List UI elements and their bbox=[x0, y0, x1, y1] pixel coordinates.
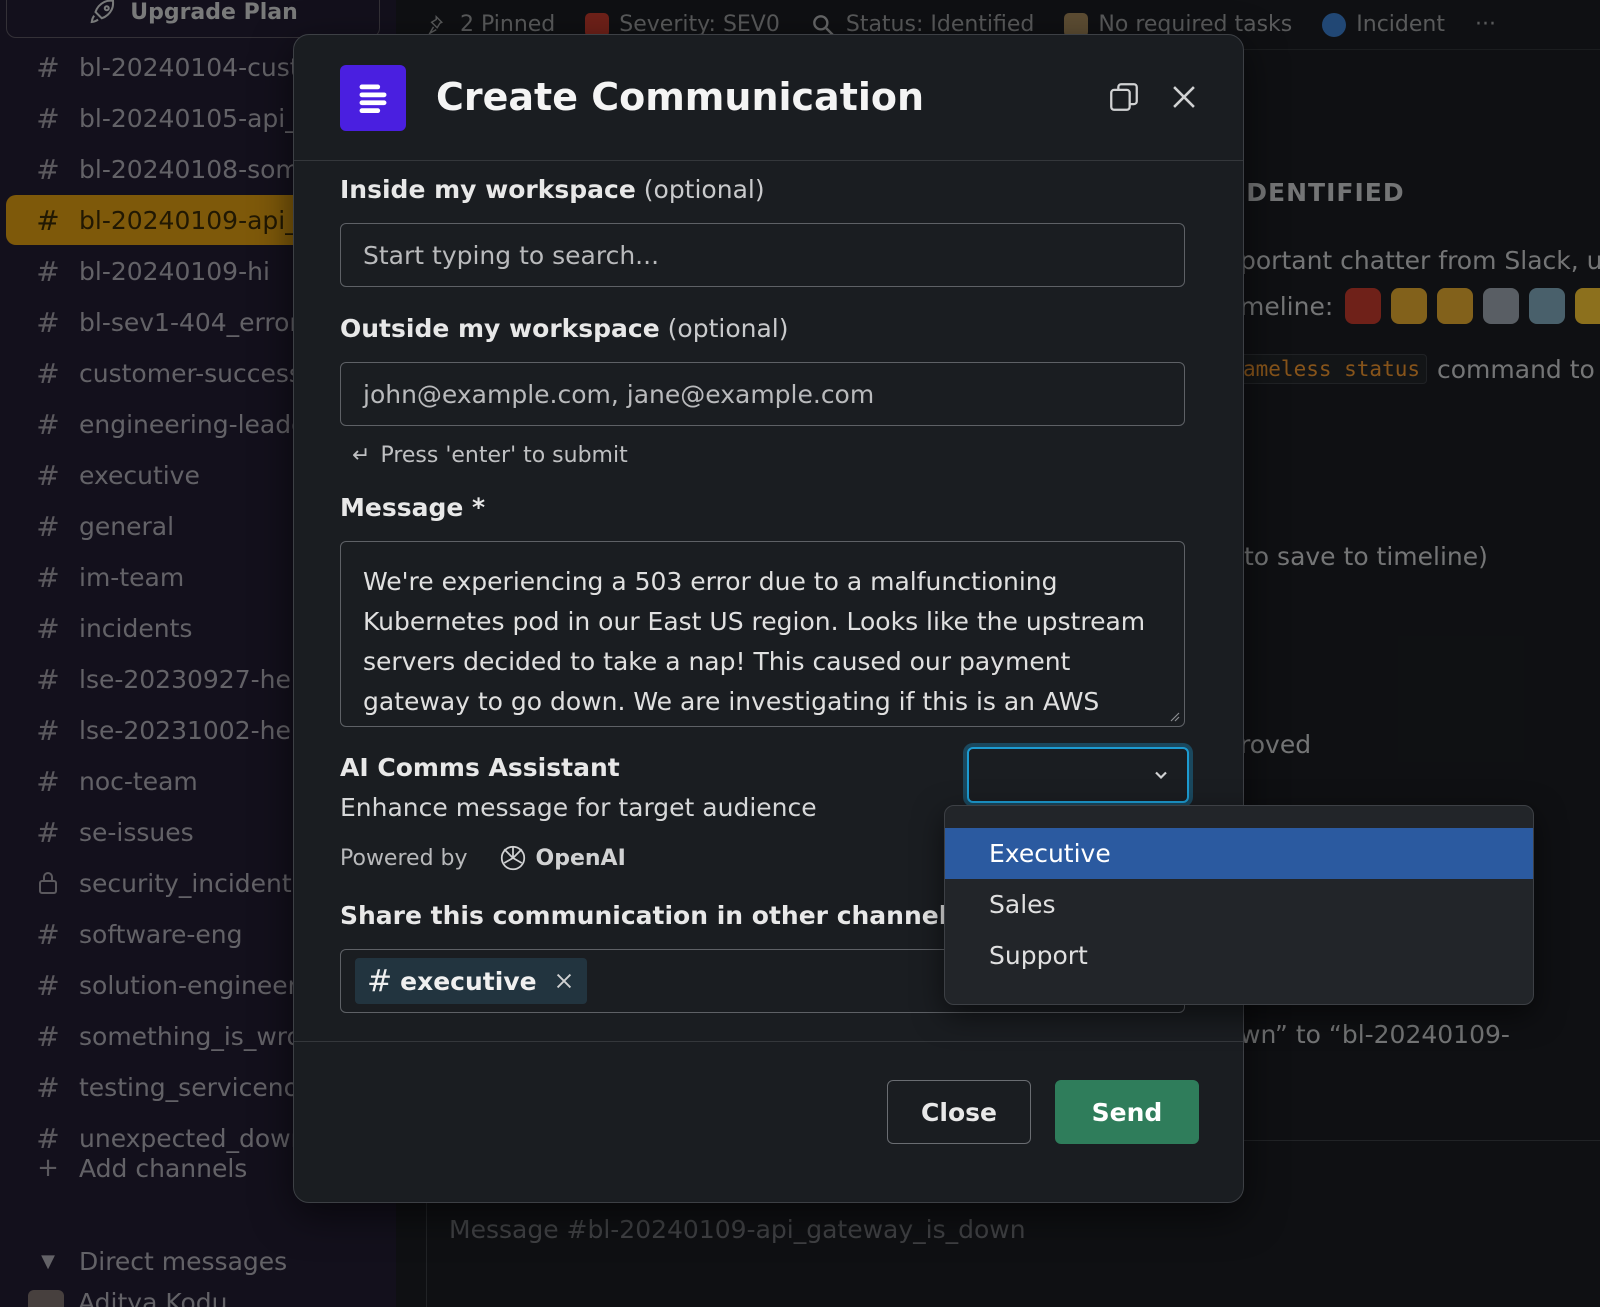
app-logo-icon bbox=[340, 65, 406, 131]
powered-by: Powered by OpenAI bbox=[340, 843, 626, 873]
outside-workspace-label: Outside my workspace (optional) bbox=[340, 314, 788, 343]
outside-workspace-email-input[interactable]: john@example.com, jane@example.com bbox=[340, 362, 1185, 426]
message-label: Message * bbox=[340, 493, 486, 522]
powered-by-text: Powered by bbox=[340, 845, 468, 871]
close-icon[interactable] bbox=[1167, 80, 1201, 114]
openai-brand: OpenAI bbox=[498, 843, 626, 873]
create-communication-modal: Create Communication Inside my workspace… bbox=[293, 34, 1244, 1203]
message-text: We're experiencing a 503 error due to a … bbox=[363, 567, 1146, 716]
openai-text: OpenAI bbox=[535, 845, 626, 871]
chip-label: executive bbox=[400, 966, 537, 996]
inside-workspace-label: Inside my workspace (optional) bbox=[340, 175, 765, 204]
dropdown-option-sales[interactable]: Sales bbox=[945, 879, 1533, 930]
search-placeholder: Start typing to search... bbox=[363, 240, 660, 270]
copy-icon[interactable] bbox=[1107, 80, 1141, 114]
channel-chip-executive: # executive bbox=[355, 958, 587, 1004]
audience-select[interactable] bbox=[967, 747, 1189, 803]
optional-tag: (optional) bbox=[643, 175, 765, 204]
return-icon: ↵ bbox=[352, 443, 371, 468]
resize-grip-icon[interactable] bbox=[1168, 710, 1180, 722]
close-button[interactable]: Close bbox=[887, 1080, 1031, 1144]
message-textarea[interactable]: We're experiencing a 503 error due to a … bbox=[340, 541, 1185, 727]
enter-hint: ↵ Press 'enter' to submit bbox=[352, 443, 628, 468]
chevron-down-icon bbox=[1155, 771, 1167, 780]
dropdown-option-support[interactable]: Support bbox=[945, 930, 1533, 981]
ai-assistant-title: AI Comms Assistant bbox=[340, 753, 620, 782]
share-channels-label: Share this communication in other channe… bbox=[340, 901, 963, 930]
inside-workspace-search-input[interactable]: Start typing to search... bbox=[340, 223, 1185, 287]
send-button[interactable]: Send bbox=[1055, 1080, 1199, 1144]
openai-logo-icon bbox=[500, 845, 525, 871]
hash-icon: # bbox=[367, 963, 393, 999]
enter-hint-text: Press 'enter' to submit bbox=[380, 443, 628, 468]
outside-label-text: Outside my workspace bbox=[340, 314, 660, 343]
ai-assistant-subtitle: Enhance message for target audience bbox=[340, 793, 817, 822]
audience-dropdown-menu: Executive Sales Support bbox=[944, 805, 1534, 1005]
dropdown-option-executive[interactable]: Executive bbox=[945, 828, 1533, 879]
modal-header: Create Communication bbox=[294, 35, 1243, 161]
modal-title: Create Communication bbox=[436, 75, 925, 119]
remove-chip-icon[interactable] bbox=[553, 970, 575, 992]
modal-footer: Close Send bbox=[294, 1041, 1243, 1202]
optional-tag: (optional) bbox=[667, 314, 789, 343]
email-input-value: john@example.com, jane@example.com bbox=[363, 379, 875, 409]
inside-label-text: Inside my workspace bbox=[340, 175, 636, 204]
